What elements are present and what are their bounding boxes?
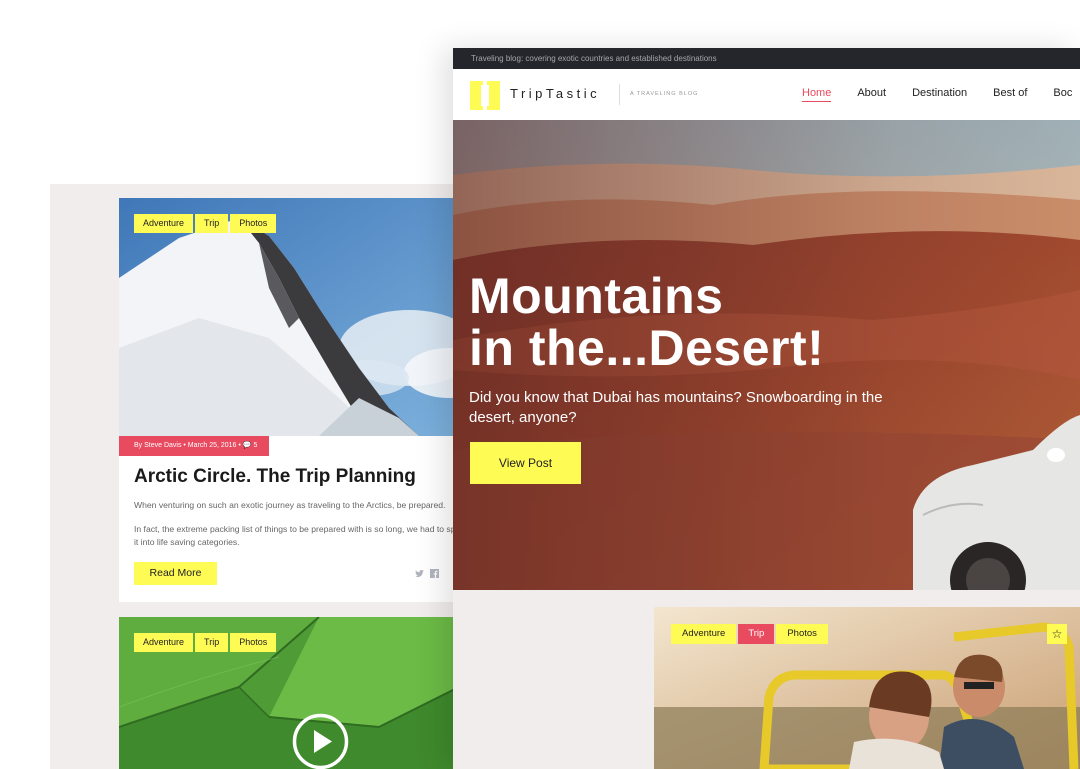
post-meta: By Steve Davis • March 25, 2016 • 💬 5 — [119, 436, 270, 456]
post-card-arctic: Adventure Trip Photos By Steve Davis • M… — [119, 198, 470, 602]
tag-adventure[interactable]: Adventure — [134, 633, 194, 652]
read-more-button[interactable]: Read More — [134, 562, 217, 585]
post-tags: Adventure Trip Photos — [671, 624, 828, 644]
post-card-video: Adventure Trip Photos — [119, 617, 470, 769]
post-excerpt-1: When venturing on such an exotic journey… — [134, 500, 446, 510]
star-icon[interactable]: ☆ — [1047, 624, 1067, 644]
nav-item-destination[interactable]: Destination — [912, 87, 967, 99]
tag-photos[interactable]: Photos — [776, 624, 828, 644]
post-card-jeep: Adventure Trip Photos ☆ — [654, 607, 1080, 769]
tag-adventure[interactable]: Adventure — [671, 624, 737, 644]
tag-trip[interactable]: Trip — [738, 624, 775, 644]
hero-title[interactable]: Mountains in the...Desert! — [469, 270, 824, 374]
tag-trip[interactable]: Trip — [195, 633, 229, 652]
tag-photos[interactable]: Photos — [230, 633, 277, 652]
play-icon[interactable] — [292, 713, 349, 769]
background-blog-page: Adventure Trip Photos By Steve Davis • M… — [50, 184, 470, 769]
hero-title-line-2: in the...Desert! — [469, 320, 825, 376]
post-tags: Adventure Trip Photos — [134, 633, 277, 652]
tag-trip[interactable]: Trip — [195, 214, 229, 233]
main-blog-page: Traveling blog: covering exotic countrie… — [453, 48, 1080, 769]
hero-subtitle: Did you know that Dubai has mountains? S… — [469, 389, 883, 426]
hero-title-line-1: Mountains — [469, 268, 724, 324]
tag-photos[interactable]: Photos — [230, 214, 277, 233]
logo-divider — [619, 84, 620, 105]
nav-item-home[interactable]: Home — [802, 87, 832, 102]
top-info-bar: Traveling blog: covering exotic countrie… — [453, 48, 1080, 69]
site-tagline: A TRAVELING BLOG — [630, 91, 699, 97]
post-title[interactable]: Arctic Circle. The Trip Planning — [134, 466, 416, 488]
site-logo-name[interactable]: TripTastic — [510, 86, 600, 101]
site-header: TripTastic A TRAVELING BLOG Home About D… — [453, 69, 1080, 120]
twitter-icon[interactable] — [415, 569, 424, 578]
hero-section: Mountains in the...Desert! Did you know … — [453, 120, 1080, 590]
view-post-button[interactable]: View Post — [470, 442, 581, 484]
main-navigation: Home About Destination Best of Boc — [802, 87, 1080, 102]
tag-adventure[interactable]: Adventure — [134, 214, 194, 233]
share-icons — [415, 569, 439, 578]
nav-item-about[interactable]: About — [857, 87, 886, 99]
top-bar-text: Traveling blog: covering exotic countrie… — [471, 54, 717, 63]
post-tags: Adventure Trip Photos — [134, 214, 277, 233]
nav-item-best-of[interactable]: Best of — [993, 87, 1027, 99]
facebook-icon[interactable] — [430, 569, 439, 578]
logo-icon[interactable] — [470, 81, 500, 110]
nav-item-books[interactable]: Boc — [1053, 87, 1072, 99]
mountain-photo — [119, 198, 470, 436]
post-excerpt-2: In fact, the extreme packing list of thi… — [134, 524, 462, 547]
